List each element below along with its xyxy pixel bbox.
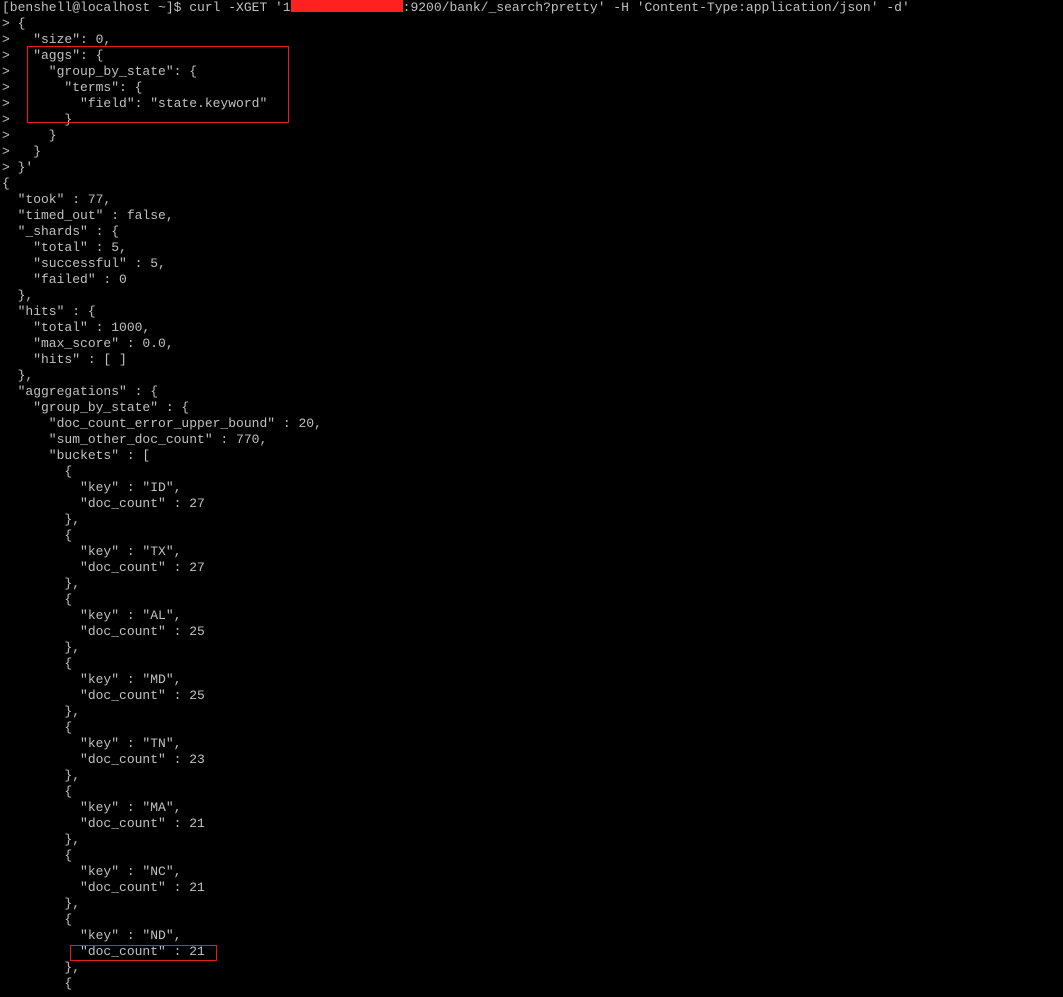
terminal-line: }, bbox=[2, 768, 81, 783]
terminal-line: }, bbox=[2, 896, 81, 911]
terminal-line: > "terms": { bbox=[2, 80, 143, 95]
terminal-line: }, bbox=[2, 288, 34, 303]
terminal-line: "key" : "MD", bbox=[2, 672, 182, 687]
terminal-line: "doc_count" : 25 bbox=[2, 688, 205, 703]
terminal-line: "key" : "MA", bbox=[2, 800, 182, 815]
terminal-line: "total" : 1000, bbox=[2, 320, 151, 335]
terminal-line: > "aggs": { bbox=[2, 48, 104, 63]
terminal-line: }, bbox=[2, 576, 81, 591]
terminal-line: "doc_count_error_upper_bound" : 20, bbox=[2, 416, 322, 431]
terminal-line: > { bbox=[2, 16, 26, 31]
command-line: [benshell@localhost ~]$ curl -XGET '1 :92… bbox=[2, 0, 1060, 16]
terminal-line: > } bbox=[2, 144, 42, 159]
terminal-line: "doc_count" : 23 bbox=[2, 752, 205, 767]
terminal-line: > } bbox=[2, 112, 73, 127]
terminal-line: "group_by_state" : { bbox=[2, 400, 190, 415]
terminal-output[interactable]: [benshell@localhost ~]$ curl -XGET '1 :92… bbox=[2, 0, 1060, 992]
terminal-line: > "group_by_state": { bbox=[2, 64, 198, 79]
terminal-line: { bbox=[2, 976, 73, 991]
terminal-line: "sum_other_doc_count" : 770, bbox=[2, 432, 268, 447]
terminal-line: { bbox=[2, 848, 73, 863]
terminal-line: "key" : "ID", bbox=[2, 480, 182, 495]
terminal-line: "doc_count" : 21 bbox=[2, 944, 205, 959]
redacted-host bbox=[290, 0, 403, 12]
terminal-line: > } bbox=[2, 128, 57, 143]
terminal-line: > "field": "state.keyword" bbox=[2, 96, 268, 111]
terminal-line: "doc_count" : 21 bbox=[2, 880, 205, 895]
terminal-line: { bbox=[2, 528, 73, 543]
terminal-line: }, bbox=[2, 368, 34, 383]
terminal-line: { bbox=[2, 176, 10, 191]
terminal-line: }, bbox=[2, 832, 81, 847]
terminal-line: "doc_count" : 27 bbox=[2, 496, 205, 511]
terminal-line: { bbox=[2, 912, 73, 927]
terminal-line: }, bbox=[2, 960, 81, 975]
terminal-line: "key" : "AL", bbox=[2, 608, 182, 623]
terminal-line: "doc_count" : 27 bbox=[2, 560, 205, 575]
terminal-line: }, bbox=[2, 640, 81, 655]
terminal-line: "successful" : 5, bbox=[2, 256, 166, 271]
terminal-line: "max_score" : 0.0, bbox=[2, 336, 174, 351]
terminal-line: "key" : "ND", bbox=[2, 928, 182, 943]
terminal-line: "doc_count" : 21 bbox=[2, 816, 205, 831]
terminal-line: }, bbox=[2, 704, 81, 719]
terminal-line: "hits" : { bbox=[2, 304, 96, 319]
command-text-end: :9200/bank/_search?pretty' -H 'Content-T… bbox=[402, 0, 910, 15]
output-lines: > {> "size": 0, > "aggs": {> "group_by_st… bbox=[2, 16, 1060, 992]
terminal-line: "took" : 77, bbox=[2, 192, 112, 207]
terminal-line: { bbox=[2, 784, 73, 799]
terminal-line: "_shards" : { bbox=[2, 224, 120, 239]
terminal-line: "buckets" : [ bbox=[2, 448, 151, 463]
shell-prompt: [benshell@localhost ~]$ bbox=[2, 0, 190, 15]
terminal-line: { bbox=[2, 592, 73, 607]
terminal-line: "key" : "TX", bbox=[2, 544, 182, 559]
terminal-line: "timed_out" : false, bbox=[2, 208, 174, 223]
terminal-line: { bbox=[2, 720, 73, 735]
command-text-start: curl -XGET '1 bbox=[189, 0, 291, 15]
terminal-line: "total" : 5, bbox=[2, 240, 127, 255]
terminal-line: "key" : "NC", bbox=[2, 864, 182, 879]
terminal-line: > "size": 0, bbox=[2, 32, 112, 47]
terminal-line: "aggregations" : { bbox=[2, 384, 159, 399]
terminal-line: "failed" : 0 bbox=[2, 272, 127, 287]
terminal-line: "key" : "TN", bbox=[2, 736, 182, 751]
terminal-line: { bbox=[2, 656, 73, 671]
terminal-line: { bbox=[2, 464, 73, 479]
terminal-line: "doc_count" : 25 bbox=[2, 624, 205, 639]
terminal-line: }, bbox=[2, 512, 81, 527]
terminal-line: > }' bbox=[2, 160, 34, 175]
terminal-line: "hits" : [ ] bbox=[2, 352, 127, 367]
